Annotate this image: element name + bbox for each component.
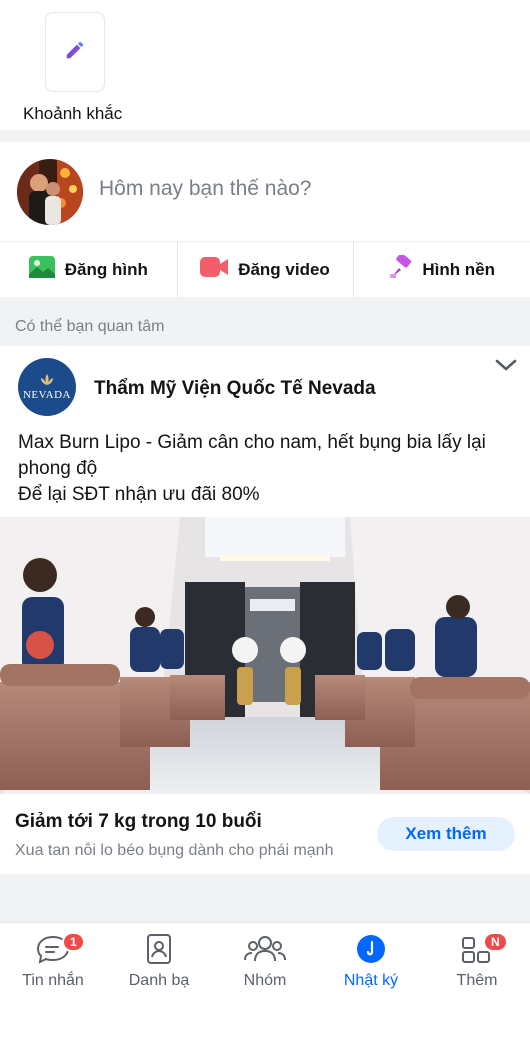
post-photo-button[interactable]: Đăng hình [0, 242, 177, 297]
timeline-icon [354, 933, 388, 965]
suggestions-label: Có thể bạn quan tâm [15, 318, 165, 335]
tab-timeline-label: Nhật ký [343, 972, 399, 989]
wallpaper-label: Hình nền [422, 259, 496, 279]
logo-text: NEVADA [22, 389, 72, 401]
messages-badge: 1 [62, 932, 85, 952]
post-photo-label: Đăng hình [64, 259, 148, 279]
post-video-button[interactable]: Đăng video [176, 242, 354, 297]
ad-subline: Xua tan nỗi lo béo bụng dành cho phái mạ… [15, 842, 334, 859]
tab-more[interactable]: N Thêm [424, 923, 530, 1003]
group-icon [243, 933, 287, 965]
post-video-label: Đăng video [238, 259, 330, 279]
more-badge: N [483, 932, 508, 952]
section-divider [0, 130, 530, 142]
video-icon [200, 257, 229, 282]
advertiser-name[interactable]: Thẩm Mỹ Viện Quốc Tế Nevada [94, 378, 376, 400]
wallpaper-button[interactable]: Hình nền [353, 242, 530, 297]
tab-groups[interactable]: Nhóm [212, 923, 318, 1003]
post-actions-bar: Đăng hình Đăng video Hình nền [0, 241, 530, 297]
tab-groups-label: Nhóm [243, 972, 287, 989]
avatar[interactable] [17, 159, 83, 225]
create-moment-button[interactable] [45, 12, 105, 92]
see-more-button[interactable]: Xem thêm [377, 817, 515, 851]
bottom-tab-bar: 1 Tin nhắn Danh bạ Nhóm Nhật ký N Thêm [0, 922, 530, 1040]
ad-text-line-2: Để lại SĐT nhận ưu đãi 80% [18, 484, 260, 505]
tab-messages[interactable]: 1 Tin nhắn [0, 923, 106, 1003]
ad-body: Max Burn Lipo - Giảm cân cho nam, hết bụ… [18, 430, 518, 508]
advertiser-logo[interactable]: NEVADA [18, 358, 76, 416]
feed-bottom-gap [0, 874, 530, 922]
contacts-icon [142, 933, 176, 965]
moments-label: Khoảnh khắc [23, 104, 123, 123]
image-icon [28, 256, 55, 283]
tab-more-label: Thêm [456, 972, 498, 989]
tab-contacts-label: Danh bạ [128, 972, 190, 989]
paint-brush-icon [388, 253, 412, 284]
chevron-down-icon[interactable] [494, 356, 518, 374]
pencil-icon [64, 39, 86, 66]
ad-headline: Giảm tới 7 kg trong 10 buổi [15, 811, 262, 832]
tab-contacts[interactable]: Danh bạ [106, 923, 212, 1003]
moments-section: Khoảnh khắc [0, 0, 530, 130]
tab-messages-label: Tin nhắn [22, 972, 84, 989]
lotus-logo-icon [41, 374, 53, 385]
tab-timeline[interactable]: Nhật ký [318, 923, 424, 1003]
ad-text-line-1: Max Burn Lipo - Giảm cân cho nam, hết bụ… [18, 432, 486, 479]
status-input-placeholder[interactable]: Hôm nay bạn thế nào? [99, 177, 311, 201]
ad-image[interactable] [0, 517, 530, 794]
